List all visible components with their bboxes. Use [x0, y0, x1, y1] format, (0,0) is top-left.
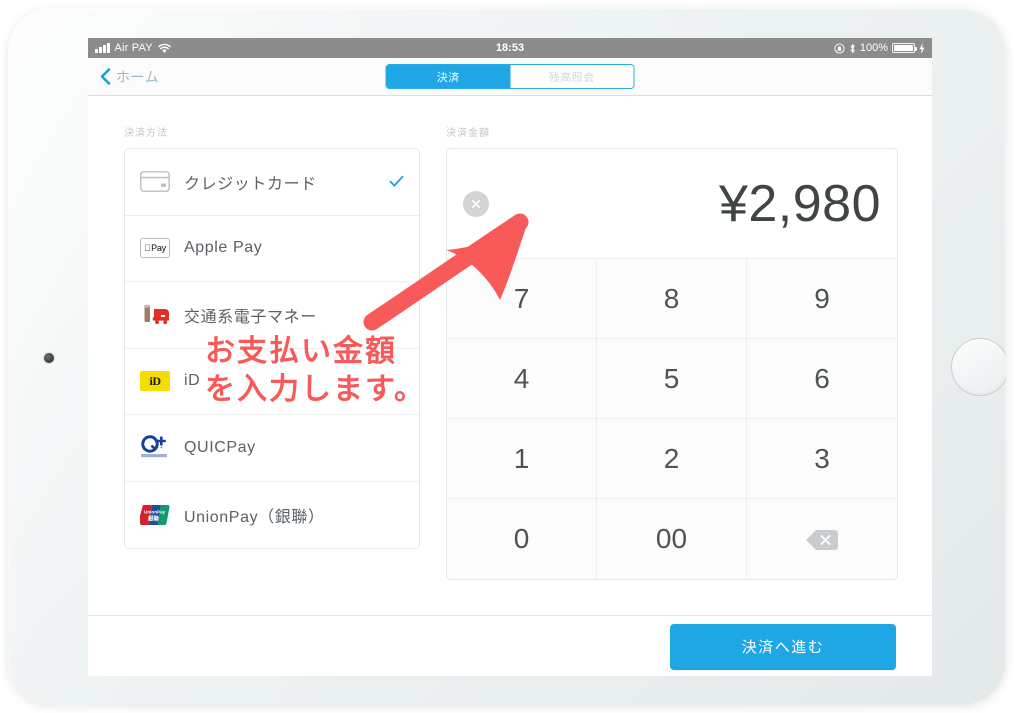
- payment-methods-section-label: 決済方法: [124, 128, 168, 139]
- numeric-keypad: 7 8 9 4 5 6 1 2 3 0 00: [447, 258, 897, 579]
- status-bar-left: Air PAY: [95, 42, 171, 54]
- payment-method-label: 交通系電子マネー: [184, 308, 317, 326]
- tab-payment[interactable]: 決済: [386, 65, 510, 88]
- rotation-lock-icon: [834, 42, 845, 54]
- payment-method-transit-ic[interactable]: 交通系電子マネー: [125, 282, 419, 349]
- key-7[interactable]: 7: [447, 259, 597, 339]
- main-content: 決済方法 クレジットカード Pay Apple Pay: [88, 96, 932, 615]
- payment-method-label: クレジットカード: [184, 175, 317, 193]
- payment-method-credit-card[interactable]: クレジットカード: [125, 149, 419, 216]
- quicpay-icon: +: [140, 435, 178, 461]
- carrier-label: Air PAY: [114, 42, 153, 54]
- chevron-left-icon: [100, 68, 111, 85]
- payment-method-unionpay[interactable]: UnionPay 銀聯 UnionPay（銀聯）: [125, 482, 419, 549]
- back-button[interactable]: ホーム: [100, 67, 159, 87]
- amount-display: ¥2,980: [447, 149, 897, 258]
- key-1[interactable]: 1: [447, 419, 597, 499]
- payment-method-id[interactable]: iD iD: [125, 349, 419, 415]
- proceed-to-payment-button[interactable]: 決済へ進む: [670, 623, 896, 670]
- svg-text:UnionPay: UnionPay: [144, 509, 166, 514]
- transit-ic-icon: [140, 303, 178, 327]
- wifi-icon: [158, 43, 171, 54]
- back-button-label: ホーム: [116, 68, 160, 85]
- payment-methods-list: クレジットカード Pay Apple Pay: [124, 148, 420, 549]
- front-camera: [44, 353, 54, 363]
- payment-method-apple-pay[interactable]: Pay Apple Pay: [125, 216, 419, 282]
- navigation-bar: ホーム 決済 残高照会: [88, 58, 932, 96]
- clear-circle-icon[interactable]: [463, 190, 489, 217]
- mode-segmented-control: 決済 残高照会: [385, 64, 635, 89]
- backspace-icon: [805, 527, 839, 551]
- payment-method-label: Apple Pay: [184, 239, 263, 257]
- key-00[interactable]: 00: [597, 499, 747, 579]
- checkmark-icon: [389, 175, 404, 188]
- bluetooth-icon: [849, 43, 856, 54]
- key-2[interactable]: 2: [597, 419, 747, 499]
- payment-method-label: iD: [184, 372, 201, 390]
- battery-icon: [892, 43, 917, 53]
- amount-value: ¥2,980: [718, 174, 881, 233]
- key-6[interactable]: 6: [747, 339, 897, 419]
- status-bar: Air PAY 18:53 100%: [88, 38, 932, 58]
- id-icon: iD: [140, 371, 178, 392]
- amount-panel: ¥2,980 7 8 9 4 5 6 1 2 3 0 00: [446, 148, 898, 580]
- payment-method-label: QUICPay: [184, 438, 256, 456]
- svg-text:銀聯: 銀聯: [148, 514, 159, 522]
- svg-text:+: +: [160, 445, 163, 451]
- unionpay-icon: UnionPay 銀聯: [140, 504, 178, 525]
- key-0[interactable]: 0: [447, 499, 597, 579]
- status-bar-clock: 18:53: [495, 42, 525, 54]
- tab-balance-inquiry[interactable]: 残高照会: [510, 65, 634, 88]
- key-backspace[interactable]: [747, 499, 897, 579]
- battery-percent-label: 100%: [859, 42, 888, 54]
- payment-methods-column: 決済方法 クレジットカード Pay Apple Pay: [124, 124, 420, 549]
- credit-card-icon: [140, 171, 178, 193]
- app-screen: Air PAY 18:53 100% ホーム 決済 残高照会 決済方法 クレジッ…: [88, 38, 932, 676]
- status-bar-right: 100%: [834, 42, 925, 54]
- charging-bolt-icon: [919, 42, 925, 54]
- key-5[interactable]: 5: [597, 339, 747, 419]
- apple-pay-icon: Pay: [140, 238, 178, 259]
- footer-bar: 決済へ進む: [88, 615, 932, 676]
- amount-section-label: 決済金額: [446, 128, 490, 139]
- amount-column: 決済金額 ¥2,980 7 8 9 4 5 6 1 2 3 0 00: [446, 124, 898, 580]
- payment-method-label: UnionPay（銀聯）: [184, 508, 325, 526]
- signal-bars-icon: [95, 43, 110, 53]
- home-button[interactable]: [951, 338, 1006, 396]
- key-8[interactable]: 8: [597, 259, 747, 339]
- key-4[interactable]: 4: [447, 339, 597, 419]
- payment-method-quicpay[interactable]: + QUICPay: [125, 415, 419, 482]
- key-3[interactable]: 3: [747, 419, 897, 499]
- key-9[interactable]: 9: [747, 259, 897, 339]
